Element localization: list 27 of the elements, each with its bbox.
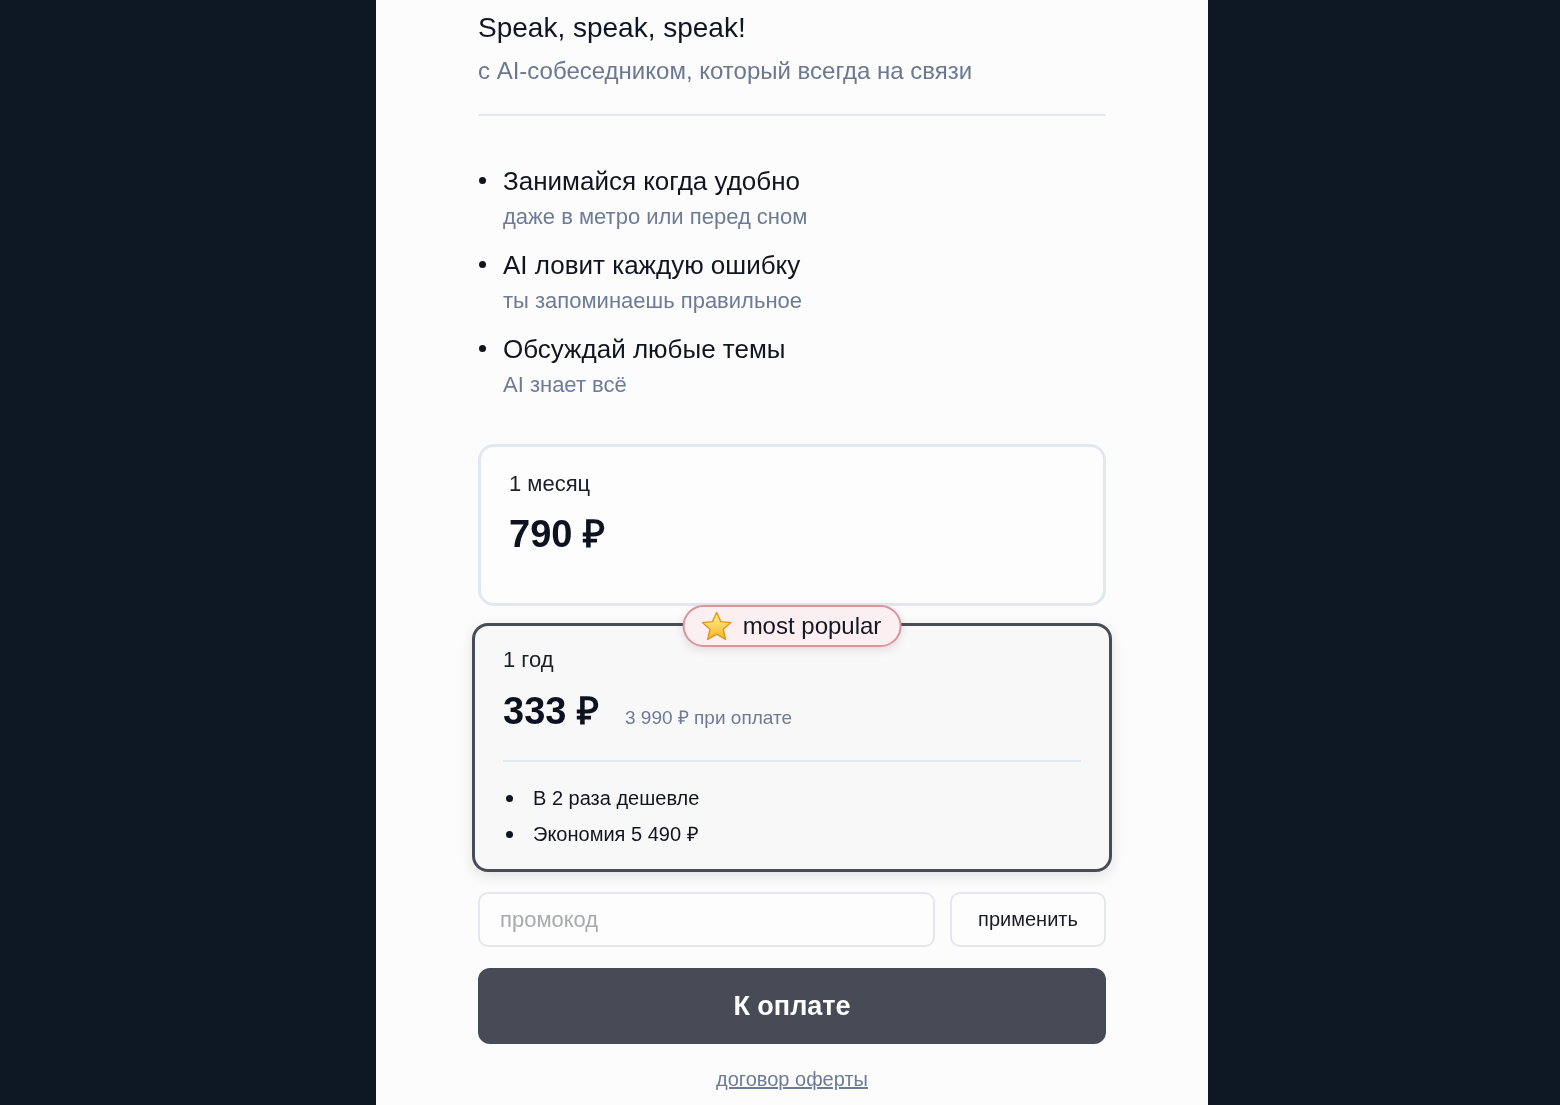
feature-subtitle: AI знает всё [503,371,627,399]
badge-label: most popular [742,611,882,641]
plan-period: 1 год [503,646,554,674]
bullet-icon [479,177,486,184]
plan-perk: В 2 раза дешевле [533,786,700,811]
page-title: Speak, speak, speak! [478,11,746,45]
bullet-icon [479,345,486,352]
plan-period: 1 месяц [509,470,591,498]
bullet-icon [479,261,486,268]
offer-link[interactable]: договор оферты [716,1066,868,1092]
feature-subtitle: ты запоминаешь правильное [503,287,802,315]
feature-subtitle: даже в метро или перед сном [503,203,808,231]
feature-title: AI ловит каждую ошибку [503,249,801,282]
star-icon [700,611,733,641]
bullet-icon [506,830,513,838]
pay-button[interactable]: К оплате [478,968,1106,1044]
feature-title: Занимайся когда удобно [503,165,800,198]
plan-price: 790 ₽ [509,512,605,556]
apply-button[interactable]: применить [950,892,1106,947]
promo-code-field[interactable]: промокод [478,892,935,947]
plan-card[interactable]: 1 месяц 790 ₽ [478,444,1106,606]
bullet-icon [506,794,513,802]
plan-price: 333 ₽ [503,689,599,733]
plan-note: 3 990 ₽ при оплате [624,706,792,730]
plan-perk: Экономия 5 490 ₽ [533,822,699,847]
feature-title: Обсуждай любые темы [503,333,786,366]
page-subtitle: с AI-собеседником, который всегда на связи [478,56,973,86]
